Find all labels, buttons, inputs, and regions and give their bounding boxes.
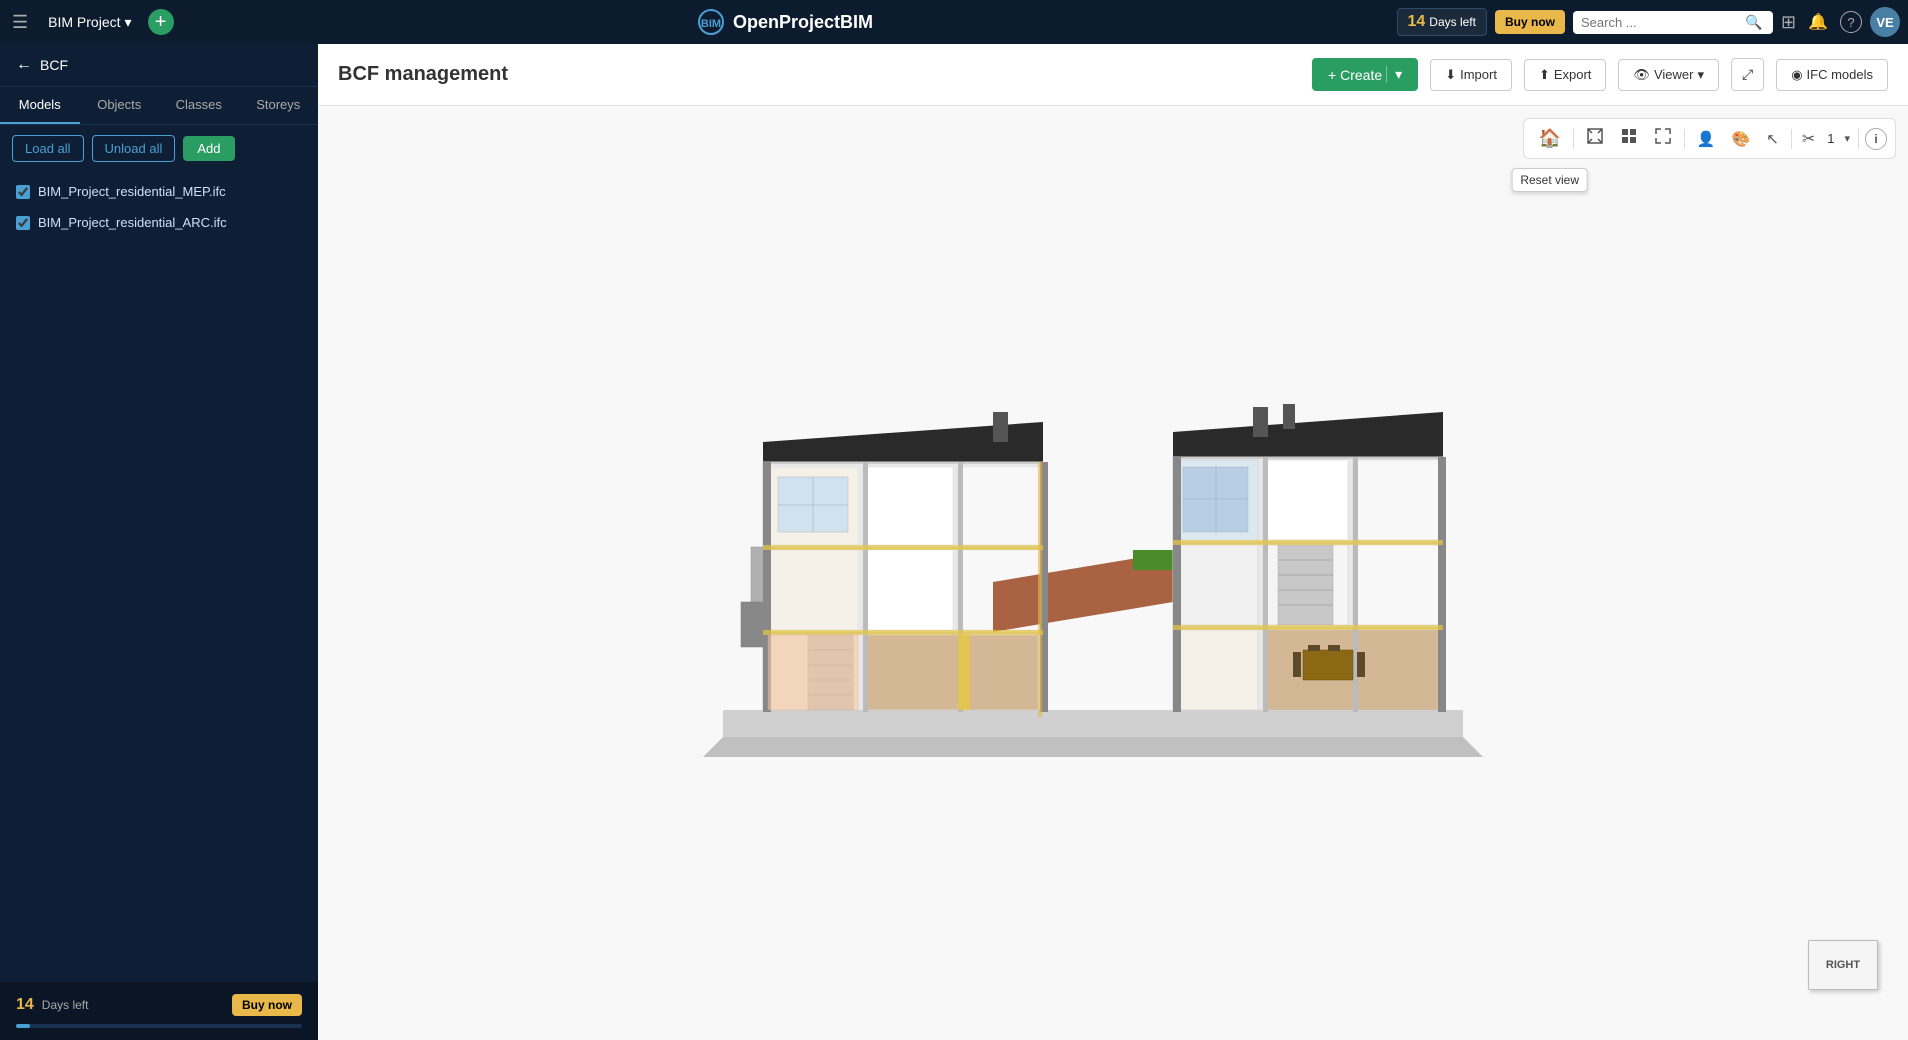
info-button[interactable]: i bbox=[1865, 128, 1887, 150]
fullscreen-icon bbox=[1654, 127, 1672, 145]
model-checkbox-mep[interactable] bbox=[16, 185, 30, 199]
orientation-cube[interactable]: RIGHT bbox=[1808, 940, 1888, 1020]
unload-all-button[interactable]: Unload all bbox=[92, 135, 176, 162]
model-name-arc: BIM_Project_residential_ARC.ifc bbox=[38, 215, 227, 230]
sidebar-tabs: Models Objects Classes Storeys bbox=[0, 87, 318, 125]
viewer-toolbar: 🏠 Reset view bbox=[1523, 118, 1896, 159]
back-arrow-icon: ← bbox=[16, 56, 32, 74]
grid-view-icon bbox=[1620, 127, 1638, 145]
model-checkbox-arc[interactable] bbox=[16, 216, 30, 230]
grid-view-button[interactable] bbox=[1614, 123, 1644, 154]
paint-button[interactable]: 🎨 bbox=[1726, 126, 1757, 152]
cube-face-right: RIGHT bbox=[1808, 940, 1878, 990]
app-logo: BIM OpenProjectBIM bbox=[182, 8, 1389, 36]
reset-view-button[interactable]: 🏠 bbox=[1532, 124, 1566, 153]
tab-classes[interactable]: Classes bbox=[159, 87, 239, 124]
project-selector[interactable]: BIM Project ▾ bbox=[40, 10, 139, 35]
create-label: Create bbox=[1340, 67, 1382, 83]
global-add-button[interactable]: + bbox=[148, 9, 174, 35]
scissors-icon: ✂ bbox=[1798, 129, 1819, 149]
ifc-label: IFC models bbox=[1807, 67, 1873, 82]
load-all-button[interactable]: Load all bbox=[12, 135, 84, 162]
create-plus-icon: + bbox=[1328, 67, 1336, 83]
viewer-label: Viewer bbox=[1654, 67, 1694, 82]
main-content: BCF management + Create ▾ ⬇ Import ⬆ Exp… bbox=[318, 44, 1908, 1040]
trial-days-label: Days left bbox=[1429, 15, 1476, 29]
viewer-icon: 👁 bbox=[1633, 67, 1650, 83]
list-item[interactable]: BIM_Project_residential_ARC.ifc bbox=[0, 207, 318, 238]
sidebar-back-label: BCF bbox=[40, 57, 68, 73]
trial-info: 14 Days left bbox=[1397, 8, 1487, 36]
tab-storeys[interactable]: Storeys bbox=[239, 87, 319, 124]
svg-text:BIM: BIM bbox=[701, 18, 721, 30]
ifc-icon: ◉ bbox=[1791, 67, 1802, 83]
sidebar-trial-label: Days left bbox=[42, 998, 89, 1012]
logo-icon: BIM bbox=[697, 8, 725, 36]
toolbar-divider-4 bbox=[1858, 129, 1859, 149]
expand-button[interactable]: ⤢ bbox=[1731, 58, 1764, 91]
clip-caret-button[interactable]: ▾ bbox=[1842, 132, 1852, 145]
sidebar-buy-button[interactable]: Buy now bbox=[232, 994, 302, 1016]
help-icon[interactable]: ? bbox=[1840, 11, 1862, 33]
import-icon: ⬇ bbox=[1445, 67, 1456, 83]
section-box-icon bbox=[1586, 127, 1604, 145]
model-list: BIM_Project_residential_MEP.ifc BIM_Proj… bbox=[0, 172, 318, 242]
sidebar-trial-days: 14 bbox=[16, 996, 34, 1014]
export-button[interactable]: ⬆ Export bbox=[1524, 59, 1606, 91]
import-button[interactable]: ⬇ Import bbox=[1430, 59, 1512, 91]
select-button[interactable]: ↖ bbox=[1760, 126, 1785, 152]
fullscreen-button[interactable] bbox=[1648, 123, 1678, 154]
notifications-icon[interactable]: 🔔 bbox=[1808, 12, 1828, 32]
3d-building-view bbox=[663, 402, 1563, 782]
trial-bar: 14 Days left Buy now bbox=[16, 994, 302, 1016]
trial-progress-bar bbox=[16, 1024, 302, 1028]
section-box-button[interactable] bbox=[1580, 123, 1610, 154]
grid-apps-icon[interactable]: ⊞ bbox=[1781, 12, 1796, 33]
search-box: 🔍 bbox=[1573, 11, 1773, 34]
toolbar-divider-3 bbox=[1791, 129, 1792, 149]
sidebar: ← BCF Models Objects Classes Storeys Loa… bbox=[0, 44, 318, 1040]
user-avatar[interactable]: VE bbox=[1870, 7, 1900, 37]
nav-icons: ⊞ 🔔 ? bbox=[1781, 11, 1862, 33]
project-name: BIM Project bbox=[48, 14, 120, 30]
trial-progress-fill bbox=[16, 1024, 30, 1028]
export-icon: ⬆ bbox=[1539, 67, 1550, 83]
menu-icon[interactable]: ☰ bbox=[8, 8, 32, 37]
model-actions: Load all Unload all Add bbox=[0, 125, 318, 172]
ifc-models-button[interactable]: ◉ IFC models bbox=[1776, 59, 1888, 91]
logo-text: OpenProjectBIM bbox=[733, 12, 873, 33]
page-title: BCF management bbox=[338, 63, 1300, 86]
expand-icon: ⤢ bbox=[1742, 66, 1753, 82]
top-navigation: ☰ BIM Project ▾ + BIM OpenProjectBIM 14 … bbox=[0, 0, 1908, 44]
list-item[interactable]: BIM_Project_residential_MEP.ifc bbox=[0, 176, 318, 207]
person-view-button[interactable]: 👤 bbox=[1691, 126, 1722, 152]
create-caret-icon[interactable]: ▾ bbox=[1386, 66, 1402, 83]
3d-viewer[interactable]: 🏠 Reset view bbox=[318, 106, 1908, 1040]
create-button[interactable]: + Create ▾ bbox=[1312, 58, 1418, 91]
tab-models[interactable]: Models bbox=[0, 87, 80, 124]
export-label: Export bbox=[1554, 67, 1592, 82]
toolbar-divider-1 bbox=[1573, 129, 1574, 149]
toolbar-divider-2 bbox=[1684, 129, 1685, 149]
project-caret-icon: ▾ bbox=[125, 14, 132, 31]
building-svg bbox=[663, 402, 1563, 802]
trial-days: 14 bbox=[1408, 13, 1426, 31]
sidebar-back-nav[interactable]: ← BCF bbox=[0, 44, 318, 87]
buy-now-button[interactable]: Buy now bbox=[1495, 10, 1565, 34]
content-header: BCF management + Create ▾ ⬇ Import ⬆ Exp… bbox=[318, 44, 1908, 106]
search-input[interactable] bbox=[1581, 15, 1741, 30]
viewer-caret-icon: ▾ bbox=[1697, 67, 1704, 83]
viewer-button[interactable]: 👁 Viewer ▾ bbox=[1618, 59, 1719, 91]
model-name-mep: BIM_Project_residential_MEP.ifc bbox=[38, 184, 226, 199]
clip-count: 1 bbox=[1823, 131, 1838, 146]
sidebar-trial-section: 14 Days left Buy now bbox=[0, 982, 318, 1040]
reset-view-tooltip: Reset view bbox=[1511, 168, 1588, 192]
search-icon[interactable]: 🔍 bbox=[1745, 14, 1762, 31]
add-model-button[interactable]: Add bbox=[183, 136, 234, 161]
import-label: Import bbox=[1460, 67, 1497, 82]
tab-objects[interactable]: Objects bbox=[80, 87, 160, 124]
